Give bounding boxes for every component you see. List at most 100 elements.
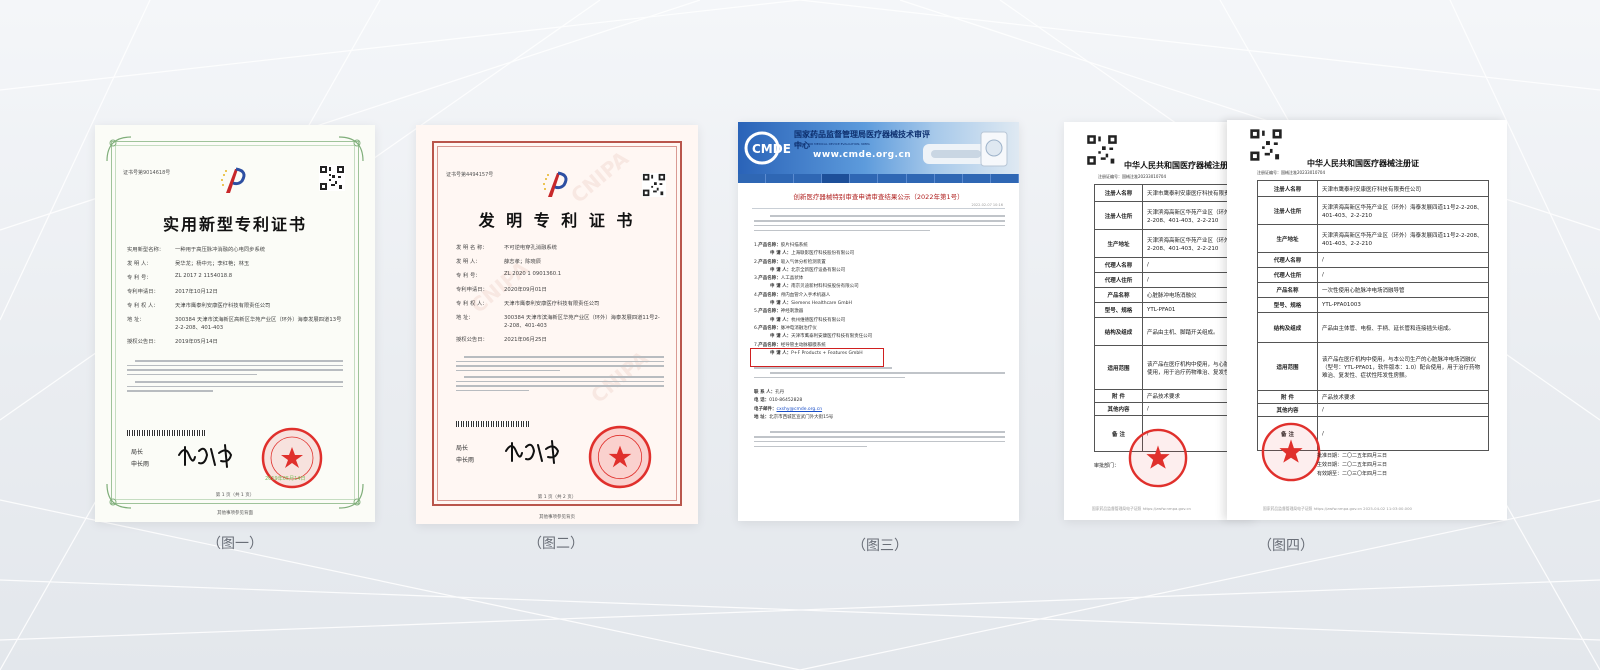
nmpa-seal-icon: [1261, 422, 1321, 482]
field-value: 2017年10月12日: [175, 289, 218, 295]
registration-certificate-back: 中华人民共和国医疗器械注册证 注册证编号：国械注准20233010704 注册人…: [1064, 122, 1254, 520]
field-key: 授权公告日：: [456, 337, 488, 343]
field-value: 一种用于高压脉冲消融的心电同步系统: [175, 247, 266, 253]
field-row: 专利申请日： 2017年10月12日: [127, 287, 343, 295]
page-number: 第 1 页（共 2 页）: [537, 495, 577, 500]
table-key: 产品名称: [1094, 287, 1143, 303]
caption-figure-4: （图四）: [1258, 538, 1314, 554]
table-key: 结构及组成: [1094, 317, 1143, 346]
list-item: 申 请 人：北京全新医疗设备有限公司: [770, 267, 846, 273]
invention-patent-certificate: CNIPA CNIPA CNIPA 证书号第4494157号 发 明 专 利 证…: [416, 125, 698, 524]
nmpa-seal-icon: [1128, 428, 1188, 488]
cmde-org-name: 国家药品监督管理局医疗器械技术审评中心: [794, 130, 930, 150]
patent-fields: 发 明 名 称： 不可逆电穿孔消融系统 发 明 人： 薛志孝；陈晓辰 专 利 号： Z…: [456, 243, 664, 349]
table-value: YTL-PFA01003: [1317, 297, 1489, 313]
contact-row: 电 话：010-86452828: [754, 398, 803, 404]
registration-title: 中华人民共和国医疗器械注册证: [1124, 161, 1236, 170]
field-row: 授权公告日： 2021年06月25日: [456, 335, 664, 343]
contact-info: 联 系 人：孔丹 电 话：010-86452828 电子邮件：cxshy@cmd…: [754, 389, 1005, 422]
field-row: 发 明 人： 薛志孝；陈晓辰: [456, 257, 664, 265]
table-key: 其他内容: [1094, 402, 1143, 416]
field-value: 不可逆电穿孔消融系统: [504, 245, 557, 251]
field-row: 专 利 权 人： 天津市鹰泰利安康医疗科技有限责任公司: [456, 299, 664, 307]
table-row: 代理人住所 /: [1257, 267, 1489, 283]
table-row: 代理人名称 /: [1257, 252, 1489, 268]
table-key: 适用范围: [1094, 345, 1143, 390]
director-signature: [178, 444, 233, 468]
field-value: 2021年06月25日: [504, 337, 547, 343]
cmde-banner: CMDE 国家药品监督管理局医疗器械技术审评中心 CENTER FOR MEDI…: [738, 122, 1019, 174]
table-key: 代理人住所: [1257, 267, 1318, 283]
cmde-org-english: CENTER FOR MEDICAL DEVICE EVALUATION, NM…: [794, 142, 870, 146]
field-key: 发 明 人：: [456, 259, 481, 265]
cmde-logo-icon: CMDE: [744, 131, 791, 165]
nav-item[interactable]: [935, 174, 963, 183]
table-value: 一次性使用心脏脉冲电场消融导管: [1317, 282, 1489, 298]
review-department-label: 审批部门：: [1094, 463, 1120, 469]
effective-date: 生效日期：二〇二五年四月三日: [1317, 462, 1388, 468]
list-item: 申 请 人：Siemens Healthcare GmbH: [770, 301, 852, 307]
director-signature: [505, 440, 560, 464]
cmde-logo-text: CMDE: [752, 142, 791, 156]
nav-item[interactable]: [878, 174, 907, 183]
nav-item[interactable]: [766, 174, 795, 183]
nav-item-active[interactable]: [822, 174, 851, 183]
expiry-date: 有效期至：二〇三〇年四月二日: [1317, 471, 1388, 477]
qr-code-icon: [319, 165, 345, 191]
legal-paragraph: [127, 357, 343, 395]
table-key: 结构及组成: [1257, 312, 1318, 343]
cmde-nav-bar[interactable]: [738, 174, 1019, 183]
patent-fields: 实用新型名称： 一种用于高压脉冲消融的心电同步系统 发 明 人： 吴华龙；杨中元；李…: [127, 245, 343, 351]
registration-table: 注册人名称 天津市鹰泰利安康医疗科技有限责任公司 注册人住所 天津滨海高新区华苑产业…: [1257, 180, 1489, 451]
table-row: 适用范围 该产品在医疗机构中使用，与本公司生产的心脏脉冲电场消融仪（型号：YTL-…: [1257, 342, 1489, 391]
table-row: 结构及组成 产品由主体管、电极、手柄、延长管和连接插头组成。: [1257, 312, 1489, 343]
medical-device-photo: [923, 131, 1008, 167]
qr-code-icon: [642, 173, 666, 197]
table-key: 注册人住所: [1094, 201, 1143, 230]
list-item: 5.产品名称：神经刺激器: [754, 309, 804, 315]
nav-item[interactable]: [738, 174, 767, 183]
email-link[interactable]: cxshy@cmde.org.cn: [777, 407, 823, 412]
official-seal-icon: [588, 425, 652, 489]
table-key: 注册人名称: [1094, 184, 1143, 202]
field-key: 专利申请日：: [127, 289, 159, 295]
table-key: 生产地址: [1257, 224, 1318, 253]
barcode: [456, 421, 530, 427]
qr-code-icon: [1086, 134, 1118, 166]
field-key: 发 明 人：: [127, 261, 152, 267]
nav-item[interactable]: [907, 174, 935, 183]
field-row: 专 利 号： ZL 2017 2 1154018.8: [127, 273, 343, 281]
nav-item[interactable]: [850, 174, 879, 183]
electronic-certificate-footer: 国家药品监督管理局电子证照 https://zwfw.nmpa.gov.cn: [1092, 506, 1191, 511]
field-value: 2019年05月14日: [175, 339, 218, 345]
nav-item[interactable]: [991, 174, 1019, 183]
table-key: 生产地址: [1094, 229, 1143, 258]
table-key: 其他内容: [1257, 403, 1318, 417]
list-item: 申 请 人：杭州维德医疗科技有限公司: [770, 317, 846, 323]
field-value: 300384 天津市滨海新区高新区华苑产业区（环外）海泰发展四道13号2-2-2…: [175, 317, 342, 331]
table-key: 附 件: [1257, 390, 1318, 404]
issue-date: 批准日期：二〇二五年四月三日: [1317, 453, 1388, 459]
field-value: 薛志孝；陈晓辰: [504, 259, 542, 265]
table-key: 适用范围: [1257, 342, 1318, 391]
registration-title: 中华人民共和国医疗器械注册证: [1307, 159, 1419, 168]
table-value: 产品技术要求: [1317, 390, 1489, 404]
barcode: [127, 430, 207, 436]
announcement-date: 2022-02-07 10:16: [971, 203, 1003, 207]
caption-figure-1: （图一）: [207, 536, 263, 552]
list-item-highlighted: 6.产品名称：脉冲电消融治疗仪: [754, 325, 817, 331]
qr-code-icon: [1249, 128, 1283, 162]
announcement-footer-text: [754, 428, 1005, 451]
legal-paragraph: [456, 353, 664, 395]
field-row: 地 址： 300384 天津市滨海新区华苑产业区（环外）海泰发展四道11号2-2-…: [456, 313, 664, 329]
field-row: 发 明 人： 吴华龙；杨中元；李红艳；林玉: [127, 259, 343, 267]
contact-row: 电子邮件：cxshy@cmde.org.cn: [754, 406, 823, 412]
list-item: 申 请 人：上海联影医疗科技股份有限公司: [770, 251, 855, 257]
nav-item[interactable]: [794, 174, 823, 183]
field-row: 专 利 权 人： 天津市鹰泰利安康医疗科技有限责任公司: [127, 301, 343, 309]
table-key: 代理人名称: [1094, 257, 1143, 273]
table-value: 该产品在医疗机构中使用，与本公司生产的心脏脉冲电场消融仪（型号：YTL-PFA0…: [1317, 342, 1489, 391]
nav-item[interactable]: [963, 174, 991, 183]
field-key: 专 利 号：: [127, 275, 152, 281]
certificate-title: 发 明 专 利 证 书: [478, 211, 636, 230]
